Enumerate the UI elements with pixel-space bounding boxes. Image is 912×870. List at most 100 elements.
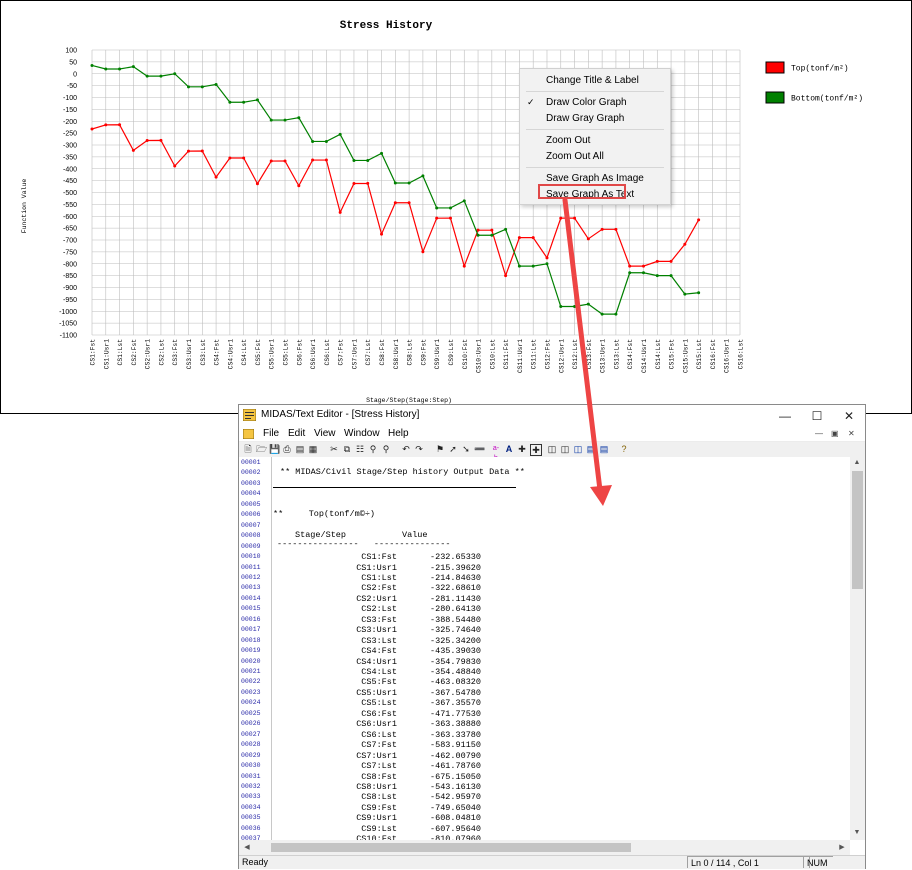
menu-help[interactable]: Help [388,428,409,439]
page-setup-icon[interactable]: ▦ [308,444,318,454]
data-point [214,175,218,179]
menu-bar: File Edit View Window Help — ▣ ✕ [239,427,865,442]
data-point [697,218,701,222]
save-icon[interactable]: 💾 [269,444,280,454]
x-tick-label: CS8:Usr1 [393,339,400,369]
window-arrange-icon[interactable]: ◫ [560,444,570,454]
header-line: ** MIDAS/Civil Stage/Step history Output… [280,467,525,477]
crosshair-icon[interactable]: ✚ [517,444,527,454]
scroll-right-icon[interactable]: ▶ [836,843,848,851]
mdi-restore-icon[interactable]: ▣ [831,429,839,438]
bookmark-next-icon[interactable]: ➚ [448,444,458,454]
x-tick-label: CS3:Usr1 [186,339,193,369]
paste-icon[interactable]: ☷ [355,444,365,454]
line-number: 00024 [241,699,261,707]
vertical-scrollbar[interactable]: ▲ ▼ [850,457,865,840]
x-tick-label: CS11:Fst [503,339,510,369]
menu-draw-color-graph[interactable]: ✓ Draw Color Graph [520,95,670,110]
bookmark-icon[interactable]: ⚑ [435,444,445,454]
x-tick-label: CS13:Usr1 [600,339,607,373]
tile-vertical-icon[interactable]: ◫ [573,444,583,454]
line-number: 00018 [241,636,261,644]
data-point [435,216,439,220]
row-stage: CS5:Lst [361,698,397,709]
row-stage: CS3:Usr1 [356,625,397,636]
x-tick-label: CS10:Lst [489,339,496,369]
x-tick-label: CS4:Lst [241,339,248,366]
vertical-scroll-thumb[interactable] [852,471,863,589]
menu-separator [526,91,664,92]
maximize-button[interactable]: ☐ [801,405,833,427]
undo-icon[interactable]: ↶ [401,444,411,454]
scroll-up-icon[interactable]: ▲ [851,459,863,466]
x-tick-label: CS15:Usr1 [682,339,689,373]
line-number: 00017 [241,626,261,634]
cut-icon[interactable]: ✂ [329,444,339,454]
data-point [366,158,370,162]
column-mode-icon[interactable]: ✚ [530,444,542,456]
data-point [228,100,232,104]
help-icon[interactable]: ? [619,444,629,454]
menu-edit[interactable]: Edit [288,428,305,439]
data-point [421,174,425,178]
minimize-button[interactable]: — [769,405,801,427]
menu-save-graph-image[interactable]: Save Graph As Image [520,171,670,186]
horizontal-scroll-thumb[interactable] [271,843,631,852]
horizontal-scrollbar[interactable]: ◀ ▶ [239,840,850,855]
document-area[interactable]: 00001 00002 00003 00004 00005 00006 00007 00008… [239,457,865,855]
x-tick-label: CS1:Lst [117,339,124,366]
data-point [573,305,577,308]
window-list-icon[interactable]: ▤ [599,444,609,454]
find-next-icon[interactable]: ⚲ [381,444,391,454]
text-content[interactable]: ** MIDAS/Civil Stage/Step history Output… [272,457,850,840]
window-cascade-icon[interactable]: ◫ [547,444,557,454]
replace-icon[interactable]: a-b [491,444,501,462]
y-tick-label: -600 [63,214,77,221]
menu-zoom-out-all[interactable]: Zoom Out All [520,149,670,164]
copy-icon[interactable]: ⧉ [342,444,352,454]
find-icon[interactable]: ⚲ [368,444,378,454]
x-tick-label: CS14:Fst [627,339,634,369]
y-tick-label: -850 [63,273,77,280]
line-number: 00015 [241,605,261,613]
print-preview-icon[interactable]: ▤ [295,444,305,454]
bookmark-clear-icon[interactable]: ➖ [474,444,485,454]
data-point [118,123,122,127]
open-folder-icon[interactable]: 🗁 [256,444,267,454]
x-tick-label: CS14:Usr1 [641,339,648,373]
data-point [600,312,604,316]
data-point [586,237,590,241]
font-icon[interactable]: A [504,444,514,454]
menu-draw-gray-graph[interactable]: Draw Gray Graph [520,111,670,126]
scroll-left-icon[interactable]: ◀ [241,843,253,851]
row-stage: CS1:Lst [361,572,397,583]
x-tick-label: CS2:Lst [158,339,165,366]
mdi-close-icon[interactable]: ✕ [848,429,855,438]
redo-icon[interactable]: ↷ [414,444,424,454]
tile-horizontal-icon[interactable]: ▤ [586,444,596,454]
bookmark-prev-icon[interactable]: ➘ [461,444,471,454]
close-button[interactable]: ✕ [833,405,865,427]
menu-zoom-out[interactable]: Zoom Out [520,133,670,148]
menu-view[interactable]: View [314,428,336,439]
data-point [242,100,246,104]
print-icon[interactable]: ⎙ [282,444,292,454]
line-number: 00009 [241,542,261,550]
mdi-minimize-icon[interactable]: — [815,429,823,438]
menu-change-title-label[interactable]: Change Title & Label [520,73,670,88]
line-number: 00035 [241,814,261,822]
row-value: -749.65040 [430,802,482,813]
new-file-icon[interactable]: 🗎 [243,444,253,454]
row-value: -542.95970 [430,792,482,803]
data-point [573,216,577,220]
row-value: -388.54480 [430,614,482,625]
num-lock-indicator: NUM [803,856,833,868]
menu-save-graph-text[interactable]: Save Graph As Text [520,187,670,202]
menu-draw-color-graph-label: Draw Color Graph [546,97,627,108]
scroll-down-icon[interactable]: ▼ [851,829,863,836]
menu-file[interactable]: File [263,428,279,439]
data-point [545,256,549,260]
row-stage: CS8:Lst [361,792,397,803]
menu-window[interactable]: Window [344,428,380,439]
y-tick-label: 100 [65,48,77,55]
